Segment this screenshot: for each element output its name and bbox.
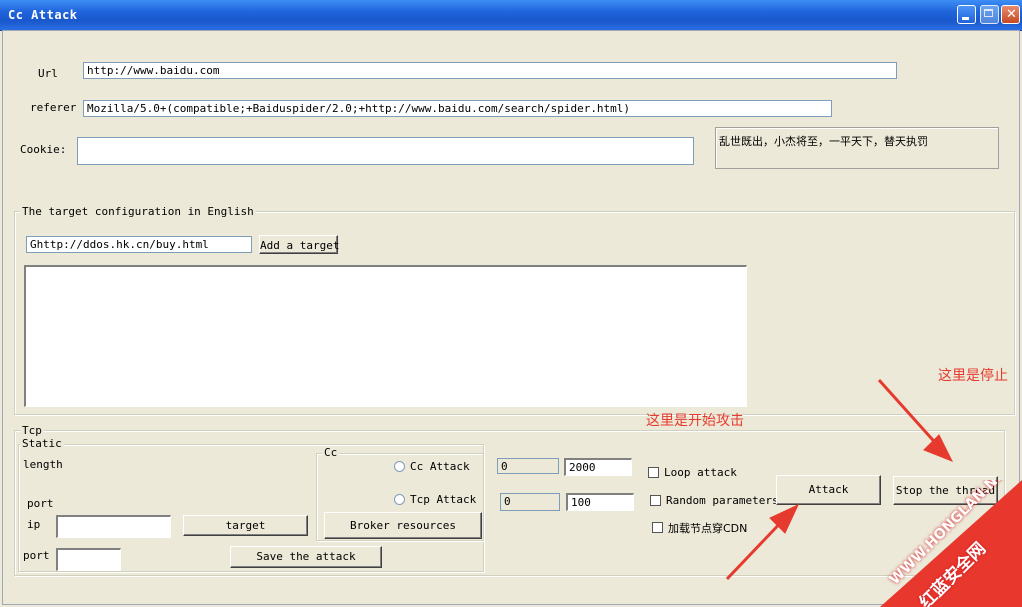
arrow-to-attack-icon — [725, 503, 800, 581]
annotation-arrows — [725, 378, 954, 581]
arrow-to-stop-icon — [877, 378, 954, 462]
watermark: WWW.HONGLAN.NET 红蓝安全网 — [880, 480, 1022, 607]
